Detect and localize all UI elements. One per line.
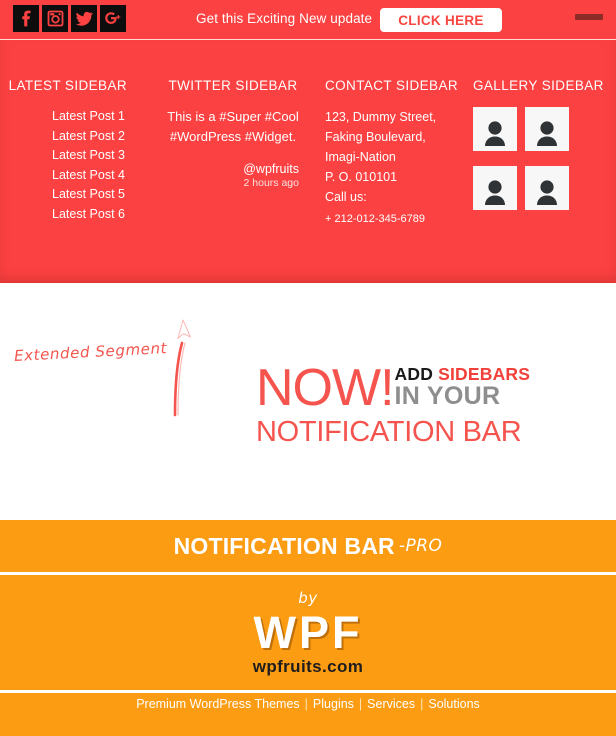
contact-sidebar-column: CONTACT SIDEBAR 123, Dummy Street, Fakin… — [311, 40, 461, 229]
instagram-icon[interactable] — [42, 5, 68, 32]
person-placeholder-icon — [537, 121, 557, 146]
contact-line: Faking Boulevard, — [325, 130, 426, 144]
page-root: LATEST SIDEBAR Latest Post 1 Latest Post… — [0, 0, 616, 736]
pro-title-band: NOTIFICATION BAR -PRO — [0, 520, 616, 572]
hero-now-text: NOW! — [256, 359, 395, 417]
list-item[interactable]: Latest Post 5 — [0, 185, 125, 205]
tweet-text: This is a #Super #Cool #WordPress #Widge… — [167, 109, 299, 144]
hero-sidebars-text: SIDEBARS — [438, 364, 531, 384]
notification-bar-panel: LATEST SIDEBAR Latest Post 1 Latest Post… — [0, 0, 616, 314]
click-here-button[interactable]: CLICK HERE — [380, 8, 502, 32]
footer: Premium WordPress Themes | Plugins | Ser… — [0, 693, 616, 736]
latest-sidebar-column: LATEST SIDEBAR Latest Post 1 Latest Post… — [0, 40, 155, 229]
hero-row-primary: NOW! ADD SIDEBARS IN YOUR — [256, 359, 586, 417]
gallery-thumb-4[interactable] — [525, 166, 569, 210]
person-placeholder-icon — [537, 180, 557, 205]
brand-url: wpfruits.com — [252, 657, 364, 676]
wpf-logo: WPF — [253, 607, 363, 658]
twitter-handle-link[interactable]: @wpfruits — [155, 162, 299, 176]
contact-line: Call us: — [325, 190, 367, 204]
gallery-thumb-2[interactable] — [525, 107, 569, 151]
footer-separator: | — [420, 697, 424, 711]
pro-band-title: NOTIFICATION BAR — [173, 532, 395, 559]
contact-line: P. O. 010101 — [325, 170, 398, 184]
footer-link-services[interactable]: Services — [367, 697, 415, 711]
gallery-thumb-1[interactable] — [473, 107, 517, 151]
list-item[interactable]: Latest Post 1 — [0, 107, 125, 127]
contact-line: Imagi-Nation — [325, 150, 396, 164]
hero-headline: NOW! ADD SIDEBARS IN YOUR NOTIFICATION B… — [256, 359, 586, 449]
tweet-timestamp: 2 hours ago — [243, 177, 299, 189]
twitter-sidebar-title: TWITTER SIDEBAR — [168, 78, 298, 93]
social-links — [13, 5, 126, 32]
list-item[interactable]: Latest Post 3 — [0, 146, 125, 166]
hero-add-text: ADD — [394, 364, 434, 384]
brand-block: by WPF wpfruits.com — [0, 575, 616, 690]
footer-link-plugins[interactable]: Plugins — [313, 697, 354, 711]
hero-right-stack: ADD SIDEBARS IN YOUR — [395, 363, 531, 409]
sidebar-columns: LATEST SIDEBAR Latest Post 1 Latest Post… — [0, 40, 616, 229]
contact-line: 123, Dummy Street, — [325, 110, 437, 124]
notification-message: Get this Exciting New update — [196, 11, 373, 26]
gallery-thumb-3[interactable] — [473, 166, 517, 210]
annotation-label: Extended Segment — [13, 339, 168, 365]
google-plus-icon[interactable] — [100, 5, 126, 32]
contact-sidebar-title: CONTACT SIDEBAR — [325, 78, 459, 93]
notification-top-bar: Get this Exciting New update CLICK HERE — [0, 0, 616, 40]
footer-separator: | — [304, 697, 308, 711]
brand-by-label: by — [298, 589, 318, 607]
hero-add-sidebars-line: ADD SIDEBARS — [395, 365, 531, 383]
curved-arrow-up-icon — [173, 315, 195, 417]
annotation-extended-segment: Extended Segment — [14, 315, 195, 417]
list-item[interactable]: Latest Post 2 — [0, 127, 125, 147]
person-placeholder-icon — [485, 121, 505, 146]
gallery-sidebar-column: GALLERY SIDEBAR — [461, 40, 616, 229]
latest-sidebar-title: LATEST SIDEBAR — [8, 78, 127, 93]
footer-link-themes[interactable]: Premium WordPress Themes — [136, 697, 299, 711]
footer-links: Premium WordPress Themes | Plugins | Ser… — [136, 697, 480, 711]
footer-separator: | — [358, 697, 363, 711]
hero-in-your-text: IN YOUR — [394, 382, 501, 410]
gallery-sidebar-title: GALLERY SIDEBAR — [473, 78, 604, 93]
list-item[interactable]: Latest Post 6 — [0, 205, 125, 225]
person-placeholder-icon — [485, 180, 505, 205]
gallery-grid — [461, 107, 616, 210]
list-item[interactable]: Latest Post 4 — [0, 166, 125, 186]
notification-bar-body: LATEST SIDEBAR Latest Post 1 Latest Post… — [0, 40, 616, 314]
facebook-icon[interactable] — [13, 5, 39, 32]
tweet-meta: @wpfruits 2 hours ago — [155, 162, 311, 189]
pro-band-suffix: -PRO — [398, 536, 443, 556]
twitter-sidebar-column: TWITTER SIDEBAR This is a #Super #Cool #… — [155, 40, 311, 229]
contact-phone[interactable]: + 212-012-345-6789 — [325, 209, 461, 229]
hero-notification-bar-text: NOTIFICATION BAR — [256, 416, 522, 448]
page-content-area: Extended Segment NOW! ADD SIDEBARS IN YO… — [0, 283, 616, 520]
twitter-icon[interactable] — [71, 5, 97, 32]
footer-link-solutions[interactable]: Solutions — [428, 697, 479, 711]
contact-details: 123, Dummy Street, Faking Boulevard, Ima… — [311, 107, 461, 229]
latest-post-list: Latest Post 1 Latest Post 2 Latest Post … — [0, 107, 155, 225]
minus-bar-icon[interactable] — [575, 14, 603, 20]
